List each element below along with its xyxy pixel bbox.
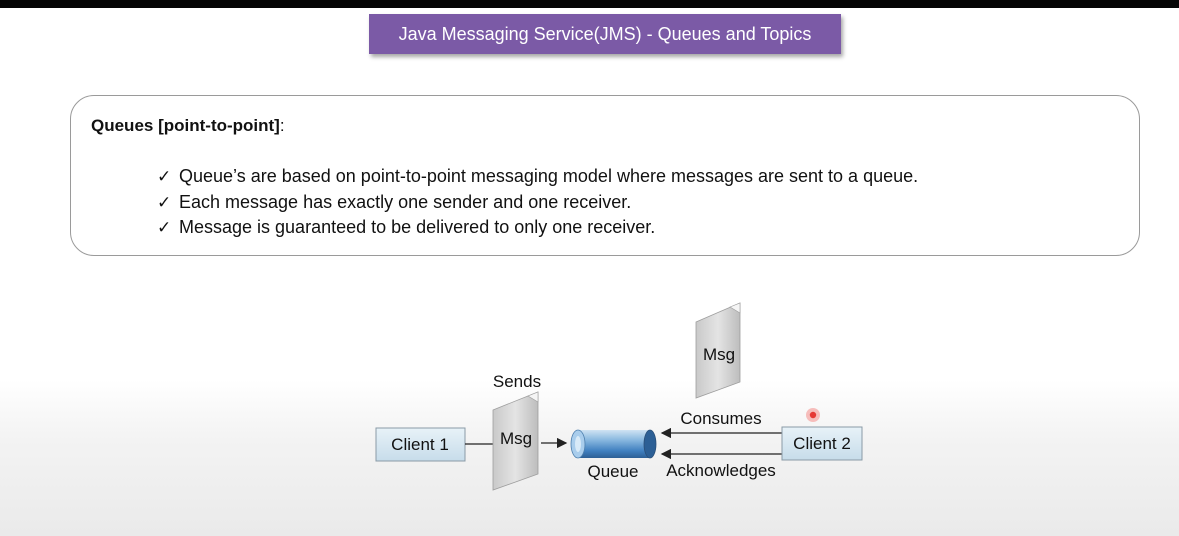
queue-label: Queue	[587, 462, 638, 481]
sends-label: Sends	[493, 372, 541, 391]
msg-consumed-document: Msg	[695, 302, 741, 399]
queue-cylinder	[570, 429, 657, 459]
cursor-indicator	[806, 408, 820, 422]
consumes-label: Consumes	[680, 409, 761, 428]
msg-sent-document: Msg	[492, 391, 539, 491]
client1-node: Client 1	[375, 427, 466, 462]
msg-sent-label: Msg	[500, 429, 532, 448]
client1-label: Client 1	[391, 435, 449, 454]
client2-node: Client 2	[781, 426, 863, 461]
msg-consumed-label: Msg	[703, 345, 735, 364]
point-to-point-diagram: Client 1 Msg Sends Queue Msg Consumes Ac…	[375, 302, 863, 491]
client2-label: Client 2	[793, 434, 851, 453]
acknowledges-label: Acknowledges	[666, 461, 776, 480]
